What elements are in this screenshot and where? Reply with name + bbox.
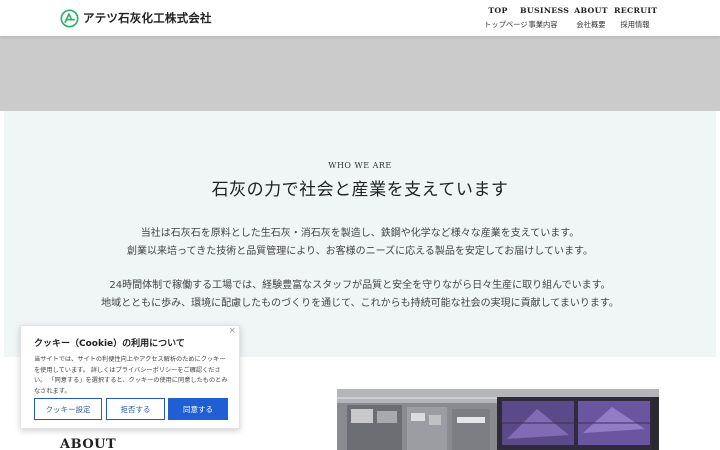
cookie-title: クッキー（Cookie）の利用について [34, 339, 185, 349]
nav-about-label: ABOUT [574, 6, 608, 15]
section-eyebrow: WHO WE ARE [328, 161, 392, 170]
nav-business[interactable]: BUSINESS 事業内容 [520, 6, 570, 30]
cookie-reject-button[interactable]: 拒否する [106, 398, 165, 420]
nav-business-sublabel: 事業内容 [528, 20, 558, 29]
nav-about-sublabel: 会社概要 [576, 20, 606, 29]
intro-section: WHO WE ARE 石灰の力で社会と産業を支えています 当社は石灰石を原料とし… [4, 111, 716, 357]
intro-line-4: 地域とともに歩み、環境に配慮したものづくりを通じて、これからも持続可能な社会の実… [101, 298, 619, 309]
main-nav: TOP トップページ BUSINESS 事業内容 ABOUT 会社概要 RECR… [0, 6, 720, 34]
nav-business-label: BUSINESS [520, 6, 570, 15]
section-title: 石灰の力で社会と産業を支えています [211, 180, 509, 200]
cookie-description: 当サイトでは、サイトの利便性向上やアクセス解析のためにクッキーを使用しています。… [34, 356, 228, 395]
nav-top-label: TOP [488, 6, 508, 15]
close-icon[interactable]: × [228, 326, 236, 336]
intro-line-1: 当社は石灰石を原料とした生石灰・消石灰を製造し、鉄鋼や化学など様々な産業を支えて… [140, 228, 580, 239]
nav-top[interactable]: TOP トップページ [484, 6, 528, 30]
cookie-accept-button[interactable]: 同意する [168, 398, 228, 420]
about-heading: ABOUT [60, 437, 117, 450]
cookie-banner: × クッキー（Cookie）の利用について 当サイトでは、サイトの利便性向上やア… [20, 325, 240, 429]
nav-recruit-label: RECRUIT [614, 6, 658, 15]
about-photo-illustration [337, 389, 659, 450]
intro-line-3: 24時間体制で稼働する工場では、経験豊富なスタッフが品質と安全を守りながら日々生… [109, 280, 611, 291]
nav-recruit-sublabel: 採用情報 [620, 20, 650, 29]
about-photo [337, 389, 659, 450]
nav-recruit[interactable]: RECRUIT 採用情報 [614, 6, 658, 30]
nav-top-sublabel: トップページ [484, 20, 528, 29]
hero-image-area [0, 36, 720, 111]
intro-line-2: 創業以来培ってきた技術と品質管理により、お客様のニーズに応える製品を安定してお届… [127, 246, 593, 257]
nav-about[interactable]: ABOUT 会社概要 [574, 6, 608, 30]
cookie-settings-button[interactable]: クッキー設定 [34, 398, 102, 420]
site-header: アテツ石灰化工株式会社 TOP トップページ BUSINESS 事業内容 ABO… [0, 0, 720, 36]
